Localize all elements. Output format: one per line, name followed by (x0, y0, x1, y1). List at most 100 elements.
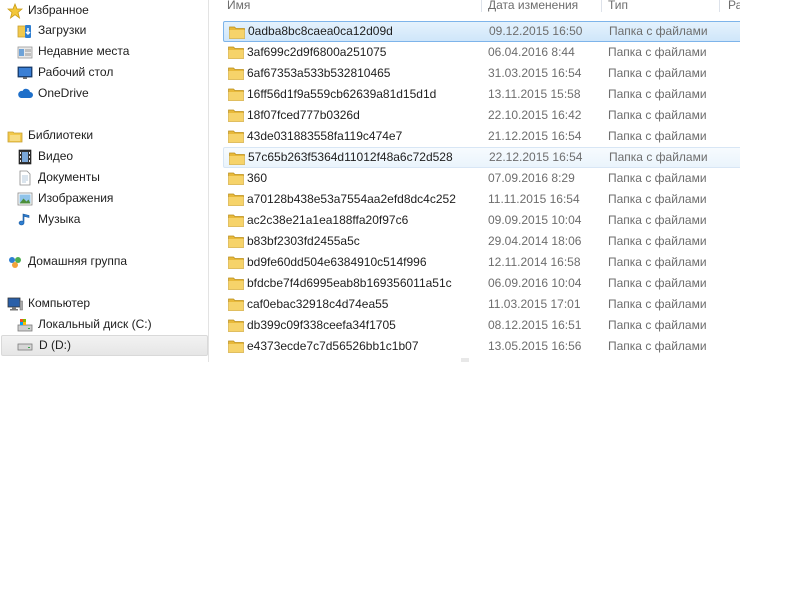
column-separator[interactable] (481, 0, 482, 12)
nav-item-label: Библиотеки (28, 128, 94, 142)
file-type: Папка с файлами (608, 45, 707, 59)
folder-icon (228, 235, 244, 248)
file-type: Папка с файлами (608, 255, 707, 269)
file-date: 22.12.2015 16:54 (489, 150, 583, 164)
cloud-icon (18, 88, 33, 98)
folder-icon (228, 319, 244, 332)
nav-item-disk-d[interactable]: D (D:) (1, 335, 208, 356)
pane-divider[interactable] (208, 0, 209, 362)
column-header-name[interactable]: Имя (227, 0, 250, 12)
folder-icon (228, 172, 244, 185)
table-row[interactable]: a70128b438e53a7554aa2efd8dc4c252 11.11.20… (223, 189, 740, 210)
folder-icon (228, 298, 244, 311)
table-row[interactable]: b83bf2303fd2455a5c 29.04.2014 18:06 Папка … (223, 231, 740, 252)
file-date: 21.12.2015 16:54 (488, 129, 582, 143)
star-icon (7, 3, 23, 19)
nav-item-label: Локальный диск (C:) (38, 317, 152, 331)
file-name: 3af699c2d9f6800a251075 (247, 45, 387, 59)
libraries-icon (7, 131, 23, 143)
file-date: 07.09.2016 8:29 (488, 171, 575, 185)
file-date: 31.03.2015 16:54 (488, 66, 582, 80)
video-icon (18, 149, 32, 165)
folder-icon (229, 26, 245, 39)
file-name: 6af67353a533b532810465 (247, 66, 391, 80)
file-name: e4373ecde7c7d56526bb1c1b07 (247, 339, 419, 353)
file-type: Папка с файлами (609, 150, 708, 164)
file-type: Папка с файлами (608, 192, 707, 206)
table-row[interactable]: bd9fe60dd504e6384910c514f996 12.11.2014 1… (223, 252, 740, 273)
explorer-window: Избранное Загрузки Недавние места Рабочи… (0, 0, 740, 362)
table-row[interactable]: caf0ebac32918c4d74ea55 11.03.2015 17:01 Па… (223, 294, 740, 315)
file-date: 12.11.2014 16:58 (488, 255, 581, 269)
file-date: 11.03.2015 17:01 (488, 297, 581, 311)
table-row[interactable]: 6af67353a533b532810465 31.03.2015 16:54 Па… (223, 63, 740, 84)
folder-icon (228, 46, 244, 59)
folder-icon (228, 67, 244, 80)
downloads-folder-icon (17, 25, 31, 38)
file-date: 11.11.2015 16:54 (488, 192, 580, 206)
file-date: 09.12.2015 16:50 (489, 24, 583, 38)
file-name: bfdcbe7f4d6995eab8b169356011a51c (247, 276, 452, 290)
folder-icon (228, 277, 244, 290)
file-type: Папка с файлами (608, 297, 707, 311)
file-name: db399c09f338ceefa34f1705 (247, 318, 396, 332)
folder-icon (228, 109, 244, 122)
column-header-date[interactable]: Дата изменения (488, 0, 578, 12)
file-type: Папка с файлами (608, 276, 707, 290)
homegroup-icon (9, 257, 21, 268)
nav-item-label: Изображения (38, 191, 114, 205)
table-row[interactable]: e4373ecde7c7d56526bb1c1b07 13.05.2015 16:… (223, 336, 740, 357)
nav-item-label: Музыка (38, 212, 81, 226)
file-type: Папка с файлами (608, 129, 707, 143)
column-header-size[interactable]: Ра (728, 0, 740, 12)
table-row[interactable]: 18f07fced777b0326d 22.10.2015 16:42 Папка … (223, 105, 740, 126)
file-date: 06.09.2016 10:04 (488, 276, 582, 290)
file-list: Имя Дата изменения Тип Ра 0adba8bc8caea0… (214, 0, 740, 362)
table-row[interactable]: db399c09f338ceefa34f1705 08.12.2015 16:51… (223, 315, 740, 336)
nav-item-label: Документы (38, 170, 100, 184)
folder-icon (228, 340, 244, 353)
pictures-icon (17, 192, 33, 206)
folder-icon (229, 152, 245, 165)
file-name: a70128b438e53a7554aa2efd8dc4c252 (247, 192, 456, 206)
file-type: Папка с файлами (608, 234, 707, 248)
nav-item-label: Видео (38, 149, 74, 163)
table-row[interactable]: 360 07.09.2016 8:29 Папка с файлами (223, 168, 740, 189)
recent-places-icon (17, 46, 33, 59)
table-row[interactable]: 43de031883558fa119c474e7 21.12.2015 16:54… (223, 126, 740, 147)
file-name: 18f07fced777b0326d (247, 108, 360, 122)
file-type: Папка с файлами (608, 66, 707, 80)
table-row[interactable]: 0adba8bc8caea0ca12d09d 09.12.2015 16:50 Па… (223, 21, 740, 42)
folder-icon (228, 214, 244, 227)
folder-icon (228, 130, 244, 143)
music-icon (18, 213, 30, 226)
nav-item-label: Недавние места (38, 44, 130, 58)
file-type: Папка с файлами (608, 87, 707, 101)
file-name: bd9fe60dd504e6384910c514f996 (247, 255, 427, 269)
file-type: Папка с файлами (608, 339, 707, 353)
computer-icon (7, 297, 23, 311)
column-separator[interactable] (719, 0, 720, 12)
file-name: ac2c38e21a1ea188ffa20f97c6 (247, 213, 409, 227)
table-row[interactable]: ac2c38e21a1ea188ffa20f97c6 09.09.2015 10:… (223, 210, 740, 231)
file-date: 13.11.2015 15:58 (488, 87, 581, 101)
nav-item-label: D (D:) (39, 338, 71, 352)
disk-drive-icon (17, 343, 33, 351)
file-name: 0adba8bc8caea0ca12d09d (248, 24, 393, 38)
file-date: 09.09.2015 10:04 (488, 213, 582, 227)
file-date: 29.04.2014 18:06 (488, 234, 582, 248)
table-row[interactable]: 16ff56d1f9a559cb62639a81d15d1d 13.11.2015… (223, 84, 740, 105)
column-separator[interactable] (601, 0, 602, 12)
file-name: 360 (247, 171, 268, 185)
table-row[interactable]: bfdcbe7f4d6995eab8b169356011a51c 06.09.20… (223, 273, 740, 294)
file-name: 43de031883558fa119c474e7 (247, 129, 403, 143)
table-row[interactable]: 57c65b263f5364d11012f48a6c72d528 22.12.20… (223, 147, 740, 168)
column-header-type[interactable]: Тип (608, 0, 628, 12)
list-scroll-edge (461, 358, 469, 362)
nav-item-label: Рабочий стол (38, 65, 114, 79)
file-date: 13.05.2015 16:56 (488, 339, 582, 353)
folder-icon (228, 193, 244, 206)
nav-item-label: Загрузки (38, 23, 87, 37)
file-type: Папка с файлами (608, 171, 707, 185)
table-row[interactable]: 3af699c2d9f6800a251075 06.04.2016 8:44 Пап… (223, 42, 740, 63)
